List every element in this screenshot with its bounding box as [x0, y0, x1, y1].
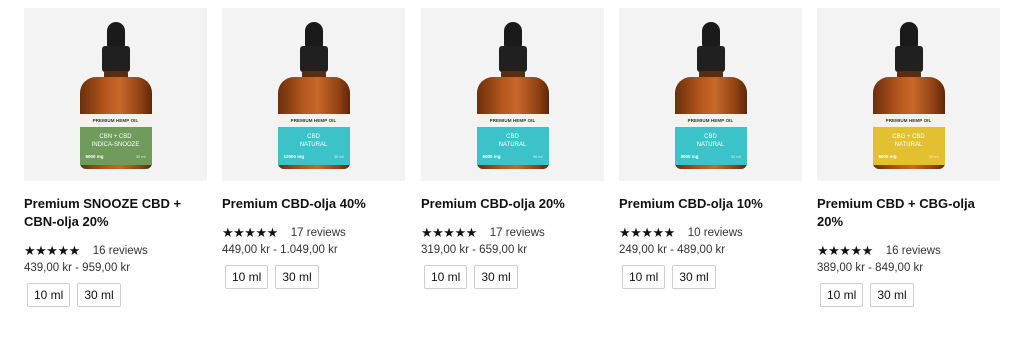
bottle-label-line2: NATURAL [299, 142, 328, 148]
product-card[interactable]: PREMIUM HEMP OIL CBG + CBD NATURAL 6000 … [817, 8, 1000, 307]
bottle-label-line1: CBD [704, 134, 717, 140]
product-rating: ★★★★★ 16 reviews [24, 244, 207, 258]
bottle-label-line2: INDICA-SNOOZE [91, 142, 140, 148]
product-card[interactable]: PREMIUM HEMP OIL CBD NATURAL 6000 mg 30 … [421, 8, 604, 289]
dropper-bottle-image: PREMIUM HEMP OIL CBD NATURAL 12000 mg 30… [274, 22, 354, 170]
product-image[interactable]: PREMIUM HEMP OIL CBD NATURAL 12000 mg 30… [222, 8, 405, 181]
star-rating-icon: ★★★★★ [24, 243, 80, 258]
bottle-label-line2: NATURAL [894, 142, 923, 148]
product-price: 439,00 kr - 959,00 kr [24, 262, 131, 274]
bottle-label-line1: CBD [506, 134, 519, 140]
dropper-bottle-image: PREMIUM HEMP OIL CBD NATURAL 6000 mg 30 … [473, 22, 553, 170]
product-image[interactable]: PREMIUM HEMP OIL CBN + CBD INDICA-SNOOZE… [24, 8, 207, 181]
bottle-label-mg: 6000 mg [85, 154, 104, 159]
review-count[interactable]: 17 reviews [291, 227, 346, 239]
variant-10ml-button[interactable]: 10 ml [225, 265, 269, 289]
product-card[interactable]: PREMIUM HEMP OIL CBD NATURAL 3000 mg 30 … [619, 8, 802, 289]
product-price: 319,00 kr - 659,00 kr [421, 244, 528, 256]
bottle-brand-label: PREMIUM HEMP OIL [79, 114, 152, 128]
variant-10ml-button[interactable]: 10 ml [820, 283, 864, 307]
star-rating-icon: ★★★★★ [222, 225, 278, 240]
star-rating-icon: ★★★★★ [817, 243, 873, 258]
product-title[interactable]: Premium CBD-olja 40% [222, 195, 402, 213]
product-title[interactable]: Premium CBD-olja 20% [421, 195, 601, 213]
variant-selector: 10 ml 30 ml [619, 265, 802, 289]
review-count[interactable]: 10 reviews [688, 227, 743, 239]
variant-30ml-button[interactable]: 30 ml [870, 283, 914, 307]
product-rating: ★★★★★ 17 reviews [421, 226, 604, 240]
bottle-color-label: CBD NATURAL 12000 mg 30 ml [277, 127, 350, 165]
bottle-label-line1: CBG + CBD [892, 134, 925, 140]
product-card[interactable]: PREMIUM HEMP OIL CBN + CBD INDICA-SNOOZE… [24, 8, 207, 307]
variant-30ml-button[interactable]: 30 ml [672, 265, 716, 289]
dropper-bottle-image: PREMIUM HEMP OIL CBD NATURAL 3000 mg 30 … [671, 22, 751, 170]
bottle-label-ml: 30 ml [532, 154, 543, 159]
variant-selector: 10 ml 30 ml [24, 283, 207, 307]
dropper-bottle-image: PREMIUM HEMP OIL CBG + CBD NATURAL 6000 … [869, 22, 949, 170]
bottle-brand-label: PREMIUM HEMP OIL [674, 114, 747, 128]
variant-30ml-button[interactable]: 30 ml [77, 283, 121, 307]
review-count[interactable]: 17 reviews [490, 227, 545, 239]
bottle-label-mg: 3000 mg [680, 154, 699, 159]
variant-selector: 10 ml 30 ml [421, 265, 604, 289]
bottle-label-line1: CBN + CBD [99, 134, 132, 140]
product-price: 389,00 kr - 849,00 kr [817, 262, 924, 274]
variant-10ml-button[interactable]: 10 ml [424, 265, 468, 289]
variant-selector: 10 ml 30 ml [222, 265, 405, 289]
bottle-label-ml: 30 ml [333, 154, 344, 159]
star-rating-icon: ★★★★★ [619, 225, 675, 240]
bottle-label-mg: 12000 mg [283, 154, 305, 159]
product-image[interactable]: PREMIUM HEMP OIL CBD NATURAL 6000 mg 30 … [421, 8, 604, 181]
product-image[interactable]: PREMIUM HEMP OIL CBG + CBD NATURAL 6000 … [817, 8, 1000, 181]
product-rating: ★★★★★ 10 reviews [619, 226, 802, 240]
bottle-label-line2: NATURAL [696, 142, 725, 148]
variant-30ml-button[interactable]: 30 ml [474, 265, 518, 289]
bottle-color-label: CBG + CBD NATURAL 6000 mg 30 ml [872, 127, 945, 165]
dropper-bottle-image: PREMIUM HEMP OIL CBN + CBD INDICA-SNOOZE… [76, 22, 156, 170]
product-title[interactable]: Premium CBD + CBG-olja 20% [817, 195, 997, 231]
bottle-brand-label: PREMIUM HEMP OIL [872, 114, 945, 128]
bottle-label-ml: 30 ml [730, 154, 741, 159]
product-title[interactable]: Premium CBD-olja 10% [619, 195, 799, 213]
bottle-label-line1: CBD [307, 134, 320, 140]
product-price: 449,00 kr - 1.049,00 kr [222, 244, 338, 256]
product-rating: ★★★★★ 16 reviews [817, 244, 1000, 258]
bottle-color-label: CBD NATURAL 3000 mg 30 ml [674, 127, 747, 165]
bottle-brand-label: PREMIUM HEMP OIL [476, 114, 549, 128]
variant-10ml-button[interactable]: 10 ml [27, 283, 71, 307]
product-title[interactable]: Premium SNOOZE CBD + CBN-olja 20% [24, 195, 204, 231]
bottle-color-label: CBD NATURAL 6000 mg 30 ml [476, 127, 549, 165]
bottle-label-line2: NATURAL [498, 142, 527, 148]
variant-selector: 10 ml 30 ml [817, 283, 1000, 307]
bottle-color-label: CBN + CBD INDICA-SNOOZE 6000 mg 30 ml [79, 127, 152, 165]
product-card[interactable]: PREMIUM HEMP OIL CBD NATURAL 12000 mg 30… [222, 8, 405, 289]
review-count[interactable]: 16 reviews [886, 245, 941, 257]
bottle-brand-label: PREMIUM HEMP OIL [277, 114, 350, 128]
product-image[interactable]: PREMIUM HEMP OIL CBD NATURAL 3000 mg 30 … [619, 8, 802, 181]
product-price: 249,00 kr - 489,00 kr [619, 244, 726, 256]
variant-30ml-button[interactable]: 30 ml [275, 265, 319, 289]
bottle-label-mg: 6000 mg [878, 154, 897, 159]
bottle-label-ml: 30 ml [928, 154, 939, 159]
variant-10ml-button[interactable]: 10 ml [622, 265, 666, 289]
bottle-label-mg: 6000 mg [482, 154, 501, 159]
star-rating-icon: ★★★★★ [421, 225, 477, 240]
review-count[interactable]: 16 reviews [93, 245, 148, 257]
product-rating: ★★★★★ 17 reviews [222, 226, 405, 240]
bottle-label-ml: 30 ml [135, 154, 146, 159]
